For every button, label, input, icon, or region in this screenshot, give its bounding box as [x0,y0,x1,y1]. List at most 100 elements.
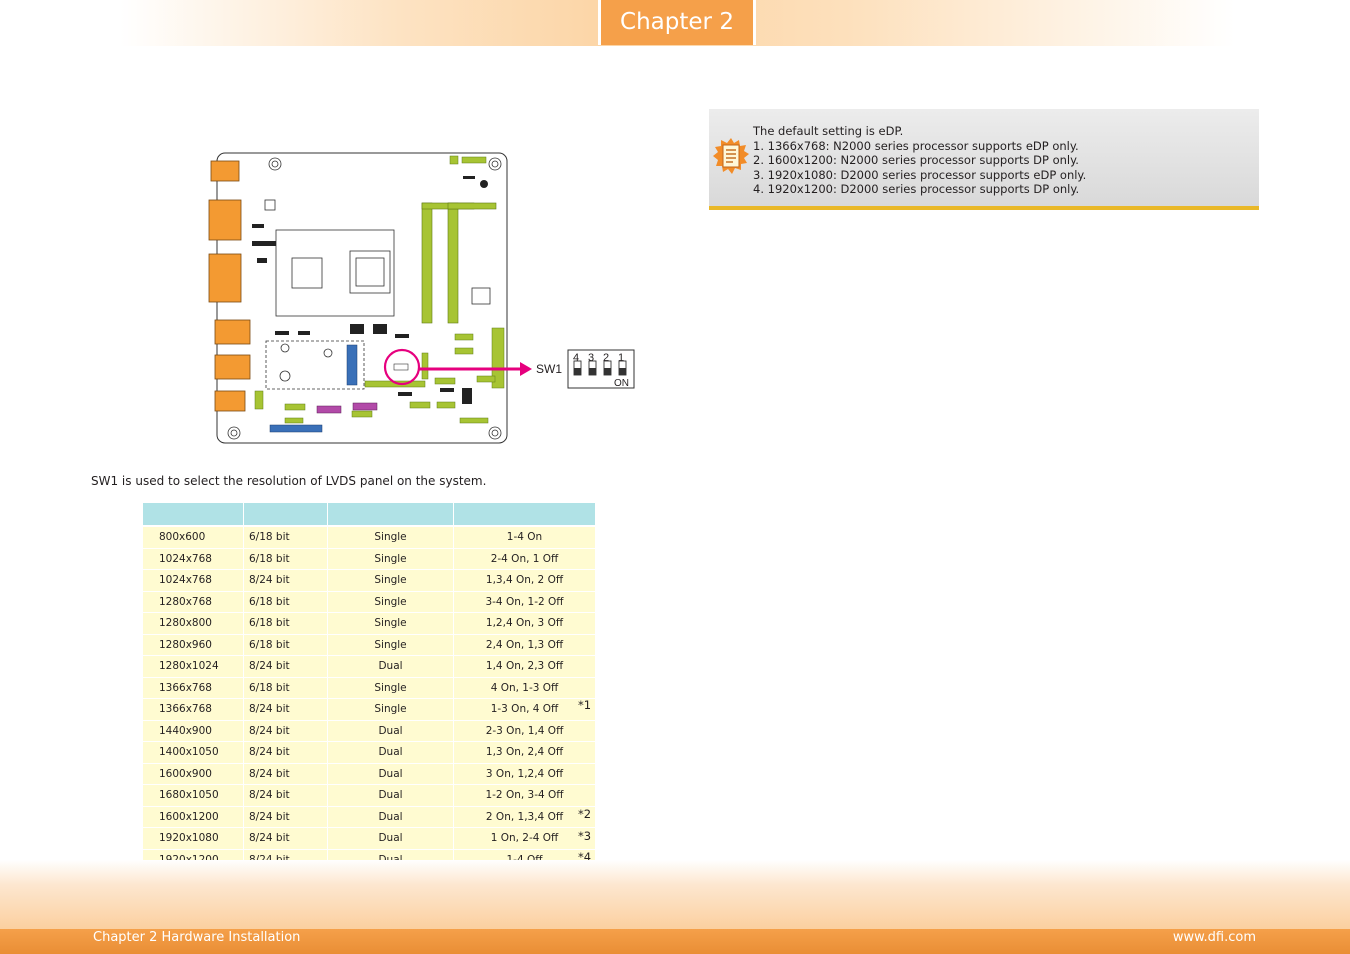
table-cell: 2 On, 1,3,4 Off [454,806,596,828]
table-cell: 1400x1050 [143,742,244,764]
table-cell: Single [328,548,454,570]
description: SW1 is used to select the resolution of … [91,474,487,488]
table-header-cell [454,503,596,527]
table-row: 1024x768 6/18 bit Single 2-4 On, 1 Off [143,548,596,570]
table-cell: 1920x1080 [143,828,244,850]
table-cell: 8/24 bit [244,763,328,785]
chapter-tab[interactable]: Chapter 2 [598,0,756,45]
table-cell: 1-4 On [454,527,596,549]
table-cell: 2-3 On, 1,4 Off [454,720,596,742]
table-row: 1280x800 6/18 bit Single 1,2,4 On, 3 Off [143,613,596,635]
table-row: 1440x900 8/24 bit Dual 2-3 On, 1,4 Off [143,720,596,742]
table-cell: Single [328,570,454,592]
table-cell: Dual [328,742,454,764]
table-row: 1280x768 6/18 bit Single 3-4 On, 1-2 Off [143,591,596,613]
dip-number: 1 [618,352,624,364]
table-cell: Dual [328,720,454,742]
note-line: 3. 1920x1080: D2000 series processor sup… [753,167,1087,182]
table-cell: 1280x800 [143,613,244,635]
table-cell: 1280x768 [143,591,244,613]
table-cell: 3 On, 1,2,4 Off [454,763,596,785]
table-cell: 6/18 bit [244,527,328,549]
resolution-table: 800x600 6/18 bit Single 1-4 On 1024x768 6/18 … [143,503,596,871]
dip-switch: 4 3 2 1 ON [567,349,635,389]
note-line: 2. 1600x1200: N2000 series processor sup… [753,153,1079,168]
table-footnote: *1 [578,698,592,712]
table-row: 1600x1200 8/24 bit Dual 2 On, 1,3,4 Off [143,806,596,828]
table-cell: 1,3 On, 2,4 Off [454,742,596,764]
table-cell: 2-4 On, 1 Off [454,548,596,570]
table-cell: Single [328,634,454,656]
table-cell: 8/24 bit [244,656,328,678]
table-header-cell [143,503,244,527]
table-cell: 8/24 bit [244,785,328,807]
table-cell: Dual [328,763,454,785]
table-cell: 8/24 bit [244,742,328,764]
note-line: The default setting is eDP. [753,124,904,138]
sw1-label: SW1 [536,362,563,376]
table-row: 1366x768 6/18 bit Single 4 On, 1-3 Off [143,677,596,699]
table-footnote: *2 [578,806,592,821]
table-cell: 6/18 bit [244,613,328,635]
dip-number: 3 [588,352,594,364]
footer-band [0,860,1350,930]
table-cell: 8/24 bit [244,828,328,850]
table-cell: Dual [328,785,454,807]
table-header-row [143,503,596,527]
table-cell: 8/24 bit [244,806,328,828]
table-cell: 8/24 bit [244,720,328,742]
table-cell: 1-2 On, 3-4 Off [454,785,596,807]
table-row: 1366x768 8/24 bit Single 1-3 On, 4 Off [143,699,596,721]
table-footnote: *3 [578,828,592,843]
table-row: 1680x1050 8/24 bit Dual 1-2 On, 3-4 Off [143,785,596,807]
table-row: 1400x1050 8/24 bit Dual 1,3 On, 2,4 Off [143,742,596,764]
table-cell: Dual [328,656,454,678]
table-cell: Dual [328,806,454,828]
table-cell: Single [328,613,454,635]
table-cell: Dual [328,828,454,850]
footer-website[interactable]: www.dfi.com [1173,929,1256,954]
dip-number: 4 [573,352,579,364]
table-cell: 6/18 bit [244,548,328,570]
table-cell: 1440x900 [143,720,244,742]
table-cell: 1,3,4 On, 2 Off [454,570,596,592]
table-cell: 8/24 bit [244,570,328,592]
dip-on-label: ON [614,378,629,389]
table-cell: Single [328,699,454,721]
table-cell: Single [328,591,454,613]
table-cell: 1280x960 [143,634,244,656]
table-row: 1024x768 8/24 bit Single 1,3,4 On, 2 Off [143,570,596,592]
table-cell: 1280x1024 [143,656,244,678]
table-row: 800x600 6/18 bit Single 1-4 On [143,527,596,549]
table-row: 1280x1024 8/24 bit Dual 1,4 On, 2,3 Off [143,656,596,678]
table-cell: Single [328,527,454,549]
table-cell: 6/18 bit [244,677,328,699]
table-cell: 1366x768 [143,699,244,721]
note-text: The default setting is eDP. 1. 1366x768:… [753,124,1086,197]
motherboard-diagram: 4 3 2 1 ON [208,152,635,444]
table-header-cell [328,503,454,527]
table-cell: 1 On, 2-4 Off [454,828,596,850]
table-cell: 1600x900 [143,763,244,785]
note-line: 1. 1366x768: N2000 series processor supp… [753,138,1079,153]
table-cell: 2,4 On, 1,3 Off [454,634,596,656]
table-cell: 1,2,4 On, 3 Off [454,613,596,635]
table-cell: 6/18 bit [244,591,328,613]
dip-number: 2 [603,352,609,364]
table-cell: 1600x1200 [143,806,244,828]
table-cell: 1024x768 [143,548,244,570]
table-cell: 800x600 [143,527,244,549]
table-cell: Single [328,677,454,699]
table-cell: 1-3 On, 4 Off [454,699,596,721]
table-cell: 6/18 bit [244,634,328,656]
table-cell: 1680x1050 [143,785,244,807]
table-cell: 1,4 On, 2,3 Off [454,656,596,678]
note-line: 4. 1920x1200: D2000 series processor sup… [753,182,1080,197]
table-cell: 8/24 bit [244,699,328,721]
table-cell: 4 On, 1-3 Off [454,677,596,699]
table-cell: 1366x768 [143,677,244,699]
table-cell: 1024x768 [143,570,244,592]
table-row: 1280x960 6/18 bit Single 2,4 On, 1,3 Off [143,634,596,656]
table-row: 1600x900 8/24 bit Dual 3 On, 1,2,4 Off [143,763,596,785]
note-icon [713,138,749,174]
